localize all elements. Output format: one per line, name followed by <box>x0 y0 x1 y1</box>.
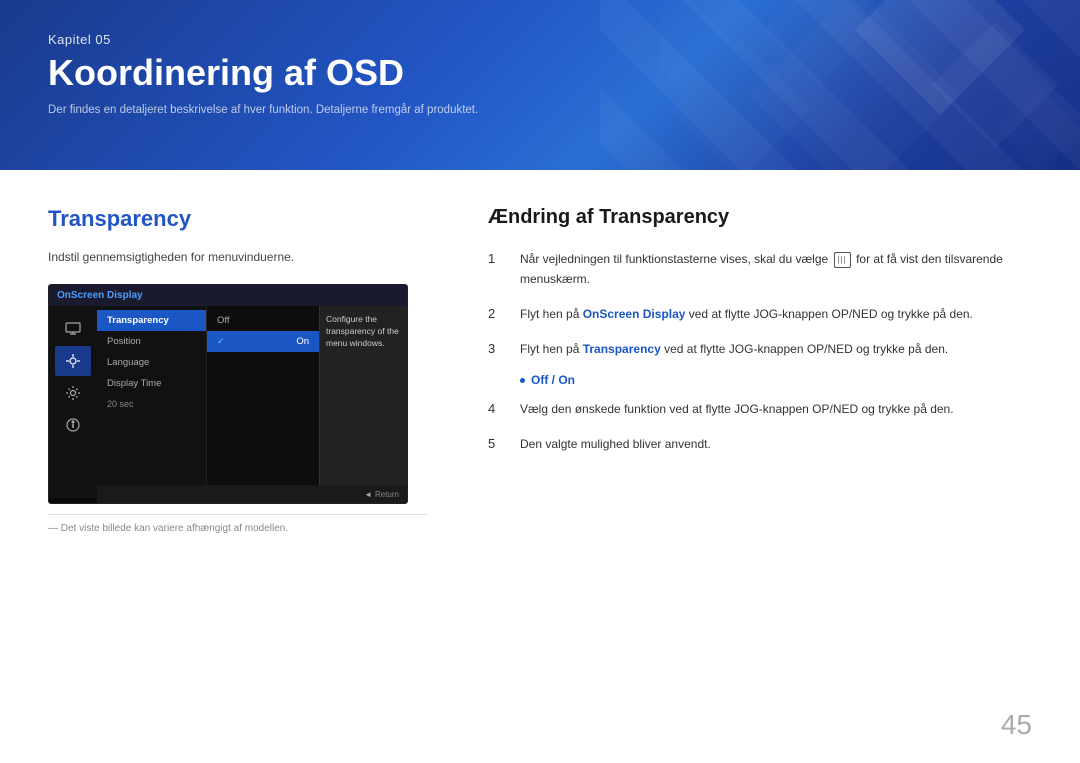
osd-menu-item-displaytime: Display Time <box>97 373 206 394</box>
osd-value-off: Off <box>207 310 319 331</box>
step-3-text: Flyt hen på Transparency ved at flytte J… <box>520 339 1032 359</box>
step-4-number: 4 <box>488 399 506 420</box>
step-3-number: 3 <box>488 339 506 360</box>
gear-icon <box>65 385 81 401</box>
monitor-icon <box>65 321 81 337</box>
osd-info-text: Configure the transparency of the menu w… <box>326 314 399 348</box>
right-column: Ændring af Transparency 1 Når vejledning… <box>488 206 1032 534</box>
step-1: 1 Når vejledningen til funktionstasterne… <box>488 249 1032 290</box>
osd-top-bar: OnScreen Display <box>49 285 407 306</box>
step-1-text: Når vejledningen til funktionstasterne v… <box>520 249 1032 290</box>
osd-return-label: ◄ Return <box>364 490 399 499</box>
step-2: 2 Flyt hen på OnScreen Display ved at fl… <box>488 304 1032 325</box>
step-2-highlight: OnScreen Display <box>583 307 686 321</box>
step-1-number: 1 <box>488 249 506 270</box>
bullet-list: Off / On <box>520 373 1032 387</box>
info-icon <box>65 417 81 433</box>
step-2-text: Flyt hen på OnScreen Display ved at flyt… <box>520 304 1032 324</box>
step-5-number: 5 <box>488 434 506 455</box>
section-description: Indstil gennemsigtigheden for menuvindue… <box>48 248 428 266</box>
step-3-highlight: Transparency <box>583 342 661 356</box>
bullet-dot-icon <box>520 378 525 383</box>
osd-info-panel: Configure the transparency of the menu w… <box>319 306 407 498</box>
osd-menu-panel: Transparency Position Language Display T… <box>97 306 207 498</box>
return-arrow-icon: ◄ <box>364 490 372 499</box>
main-content: Transparency Indstil gennemsigtigheden f… <box>0 170 1080 558</box>
step-5: 5 Den valgte mulighed bliver anvendt. <box>488 434 1032 455</box>
osd-icon-monitor <box>55 314 91 344</box>
osd-icon-sidebar <box>49 306 97 498</box>
section-heading-right: Ændring af Transparency <box>488 206 1032 229</box>
osd-icon-position <box>55 346 91 376</box>
left-column: Transparency Indstil gennemsigtigheden f… <box>48 206 428 534</box>
section-title-transparency: Transparency <box>48 206 428 232</box>
osd-body: Transparency Position Language Display T… <box>49 306 407 498</box>
image-note: ― Det viste billede kan variere afhængig… <box>48 514 428 534</box>
osd-screen-mockup: OnScreen Display <box>48 284 408 504</box>
osd-check-icon: ✓ <box>217 336 225 347</box>
function-icon: ||| <box>834 252 851 268</box>
osd-bottom-bar: ◄ Return <box>97 485 407 503</box>
bullet-label: Off / On <box>531 373 575 387</box>
step-5-text: Den valgte mulighed bliver anvendt. <box>520 434 1032 454</box>
osd-icon-info <box>55 410 91 440</box>
osd-menu-item-transparency: Transparency <box>97 310 206 331</box>
osd-value-on: ✓ On <box>207 331 319 352</box>
osd-menu-item-language: Language <box>97 352 206 373</box>
step-4-text: Vælg den ønskede funktion ved at flytte … <box>520 399 1032 419</box>
osd-menu-item-position: Position <box>97 331 206 352</box>
crosshair-icon <box>65 353 81 369</box>
bullet-item-off-on: Off / On <box>520 373 1032 387</box>
osd-values-panel: Off ✓ On <box>207 306 319 498</box>
step-3: 3 Flyt hen på Transparency ved at flytte… <box>488 339 1032 360</box>
page-header: Kapitel 05 Koordinering af OSD Der finde… <box>0 0 1080 170</box>
header-decoration <box>660 0 1080 170</box>
osd-menu-item-displaytime-value: 20 sec <box>97 394 206 414</box>
osd-top-label: OnScreen Display <box>57 290 143 301</box>
page-number: 45 <box>1001 709 1032 741</box>
steps-list: 1 Når vejledningen til funktionstasterne… <box>488 249 1032 455</box>
osd-icon-settings <box>55 378 91 408</box>
step-2-number: 2 <box>488 304 506 325</box>
step-4: 4 Vælg den ønskede funktion ved at flytt… <box>488 399 1032 420</box>
